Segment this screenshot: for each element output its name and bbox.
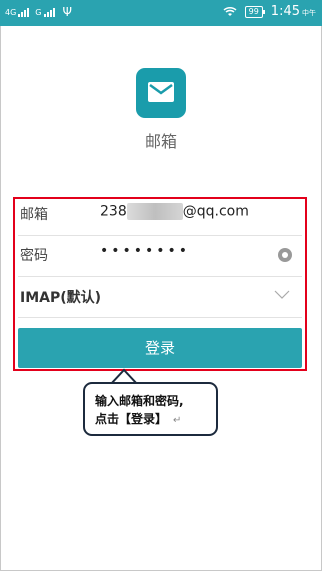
status-bar: 4G G Ψ 99 1:45 中午 <box>0 0 322 26</box>
usb-icon: Ψ <box>62 5 72 19</box>
highlight-box <box>13 197 307 371</box>
mail-icon <box>148 82 174 102</box>
callout-line2-text: 点击【登录】 <box>95 412 168 426</box>
clock: 1:45 中午 <box>271 4 316 19</box>
app-logo <box>136 68 186 118</box>
time-value: 1:45 <box>270 4 300 19</box>
app-title: 邮箱 <box>144 132 177 151</box>
time-suffix: 中午 <box>302 9 316 17</box>
return-mark-icon: ↵ <box>173 415 182 426</box>
callout-line2: 点击【登录】 ↵ <box>95 410 216 430</box>
status-left: 4G G Ψ <box>5 6 72 18</box>
signal-icon <box>43 7 55 17</box>
signal-icon <box>18 7 30 17</box>
sim2-signal: G <box>35 7 55 17</box>
wifi-icon <box>223 6 237 16</box>
sim1-signal: 4G <box>5 7 30 17</box>
sim1-label: 4G <box>5 7 17 17</box>
callout-line1: 输入邮箱和密码, <box>95 394 184 408</box>
sim2-label: G <box>35 7 42 17</box>
instruction-callout: 输入邮箱和密码, 点击【登录】 ↵ <box>83 382 218 436</box>
status-right: 99 1:45 中午 <box>223 4 316 19</box>
battery-icon: 99 <box>244 5 266 18</box>
